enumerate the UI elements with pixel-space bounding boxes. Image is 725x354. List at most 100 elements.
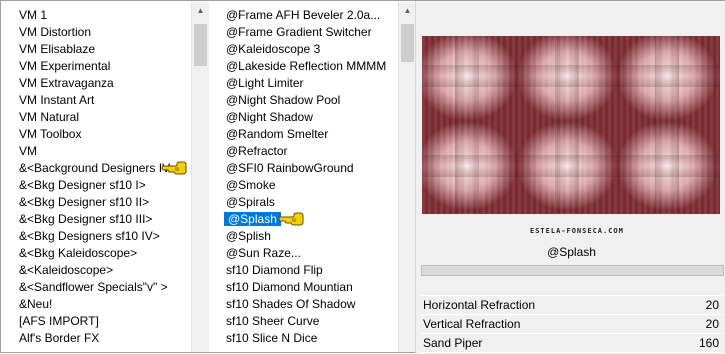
category-item[interactable]: &<Bkg Designer sf10 III> — [19, 211, 189, 228]
filter-label: @Spirals — [226, 195, 275, 209]
category-label: &<Bkg Designer sf10 I> — [19, 178, 146, 192]
filter-label: @Smoke — [226, 178, 276, 192]
category-item[interactable]: VM Natural — [19, 109, 189, 126]
category-label: VM Experimental — [19, 59, 111, 73]
filter-item[interactable]: sf10 Slice N Dice — [226, 330, 416, 347]
category-label: [AFS IMPORT] — [19, 314, 99, 328]
scrollbar-thumb[interactable] — [401, 24, 414, 62]
filter-label: @SFI0 RainbowGround — [226, 161, 354, 175]
category-label: VM — [19, 144, 37, 158]
filter-item[interactable]: @Night Shadow — [226, 109, 416, 126]
parameter-value[interactable]: 20 — [706, 296, 719, 314]
parameter-value[interactable]: 20 — [706, 315, 719, 333]
category-label: VM Instant Art — [19, 93, 95, 107]
scroll-up-arrow-icon[interactable]: ▲ — [399, 2, 416, 19]
parameter-name: Horizontal Refraction — [423, 298, 536, 312]
pointing-hand-icon — [278, 212, 304, 226]
filter-label: sf10 Slice N Dice — [226, 331, 318, 345]
filter-label: @Splash — [224, 212, 281, 226]
category-list[interactable]: VM 1 VM Distortion VM Elisablaze VM Experim… — [19, 7, 189, 347]
category-label: Alf's Border FX — [19, 331, 100, 345]
filter-scrollbar[interactable]: ▲ — [398, 2, 416, 352]
filter-item[interactable]: @Refractor — [226, 143, 416, 160]
filter-item[interactable]: @Splish — [226, 228, 416, 245]
parameter-row[interactable]: Horizontal Refraction 20 — [421, 296, 722, 315]
filter-item[interactable]: @SFI0 RainbowGround — [226, 160, 416, 177]
filter-label: @Night Shadow Pool — [226, 93, 341, 107]
category-scrollbar[interactable]: ▲ — [191, 2, 209, 352]
scrollbar-thumb[interactable] — [194, 24, 207, 66]
parameter-row[interactable]: Sand Piper 160 — [421, 334, 722, 353]
parameter-row[interactable]: Vertical Refraction 20 — [421, 315, 722, 334]
filter-label: @Sun Raze... — [226, 246, 301, 260]
category-label: VM Toolbox — [19, 127, 82, 141]
category-label: VM Elisablaze — [19, 42, 96, 56]
filter-label: @Night Shadow — [226, 110, 313, 124]
filter-label: @Refractor — [226, 144, 288, 158]
category-item[interactable]: &Neu! — [19, 296, 189, 313]
filter-item[interactable]: sf10 Shades Of Shadow — [226, 296, 416, 313]
selected-filter-title: @Splash — [547, 245, 596, 259]
category-item[interactable]: &<Background Designers IV> — [19, 160, 189, 177]
watermark-text: ESTELA-FONSECA.COM — [530, 227, 624, 235]
category-item[interactable]: &<Kaleidoscope> — [19, 262, 189, 279]
category-item[interactable]: VM Instant Art — [19, 92, 189, 109]
category-label: &<Bkg Designer sf10 II> — [19, 195, 150, 209]
category-item[interactable]: &<Bkg Kaleidoscope> — [19, 245, 189, 262]
filter-label: @Lakeside Reflection MMMM — [226, 59, 387, 73]
filter-item[interactable]: @Lakeside Reflection MMMM — [226, 58, 416, 75]
category-label: VM Natural — [19, 110, 80, 124]
category-label: VM 1 — [19, 8, 48, 22]
filter-item[interactable]: sf10 Diamond Mountian — [226, 279, 416, 296]
filter-label: sf10 Diamond Flip — [226, 263, 323, 277]
filter-item[interactable]: @Night Shadow Pool — [226, 92, 416, 109]
category-item[interactable]: VM Elisablaze — [19, 41, 189, 58]
category-label: VM Distortion — [19, 25, 92, 39]
category-label: &<Bkg Designer sf10 III> — [19, 212, 153, 226]
filter-item[interactable]: @Frame AFH Beveler 2.0a... — [226, 7, 416, 24]
filter-dialog: VM 1 VM Distortion VM Elisablaze VM Experim… — [0, 0, 725, 354]
category-label: &<Bkg Kaleidoscope> — [19, 246, 138, 260]
category-item[interactable]: &<Bkg Designer sf10 I> — [19, 177, 189, 194]
scroll-up-arrow-icon[interactable]: ▲ — [192, 2, 209, 19]
filter-label: sf10 Sheer Curve — [226, 314, 320, 328]
filter-label: @Kaleidoscope 3 — [226, 42, 321, 56]
parameter-value[interactable]: 160 — [699, 334, 719, 352]
filter-label: @Frame AFH Beveler 2.0a... — [226, 8, 381, 22]
progress-bar — [421, 265, 724, 276]
category-label: &Neu! — [19, 297, 53, 311]
category-label: &<Kaleidoscope> — [19, 263, 114, 277]
category-label: &<Bkg Designers sf10 IV> — [19, 229, 160, 243]
filter-item[interactable]: @Frame Gradient Switcher — [226, 24, 416, 41]
category-item[interactable]: [AFS IMPORT] — [19, 313, 189, 330]
filter-label: sf10 Shades Of Shadow — [226, 297, 356, 311]
category-item[interactable]: Alf's Border FX — [19, 330, 189, 347]
filter-list[interactable]: @Frame AFH Beveler 2.0a... @Frame Gradien… — [224, 7, 416, 347]
category-item[interactable]: VM Extravaganza — [19, 75, 189, 92]
parameter-name: Vertical Refraction — [423, 317, 521, 331]
category-item[interactable]: &<Bkg Designers sf10 IV> — [19, 228, 189, 245]
filter-label: @Splish — [226, 229, 271, 243]
category-item[interactable]: VM — [19, 143, 189, 160]
filter-label: sf10 Diamond Mountian — [226, 280, 353, 294]
category-item[interactable]: &<Bkg Designer sf10 II> — [19, 194, 189, 211]
parameter-name: Sand Piper — [423, 336, 483, 350]
category-label: &<Background Designers IV> — [19, 161, 178, 175]
category-item[interactable]: VM Toolbox — [19, 126, 189, 143]
filter-item[interactable]: @Sun Raze... — [226, 245, 416, 262]
category-label: VM Extravaganza — [19, 76, 114, 90]
category-item[interactable]: VM Distortion — [19, 24, 189, 41]
filter-item[interactable]: @Smoke — [226, 177, 416, 194]
category-item[interactable]: VM 1 — [19, 7, 189, 24]
category-item[interactable]: VM Experimental — [19, 58, 189, 75]
filter-label: @Random Smelter — [226, 127, 329, 141]
filter-item[interactable]: @Splash — [224, 211, 416, 228]
filter-item[interactable]: @Kaleidoscope 3 — [226, 41, 416, 58]
parameter-table: Horizontal Refraction 20 Vertical Refracti… — [421, 295, 722, 353]
category-item[interactable]: &<Sandflower Specials"v" > — [19, 279, 189, 296]
filter-item[interactable]: @Random Smelter — [226, 126, 416, 143]
filter-item[interactable]: @Spirals — [226, 194, 416, 211]
filter-item[interactable]: @Light Limiter — [226, 75, 416, 92]
filter-item[interactable]: sf10 Diamond Flip — [226, 262, 416, 279]
filter-item[interactable]: sf10 Sheer Curve — [226, 313, 416, 330]
